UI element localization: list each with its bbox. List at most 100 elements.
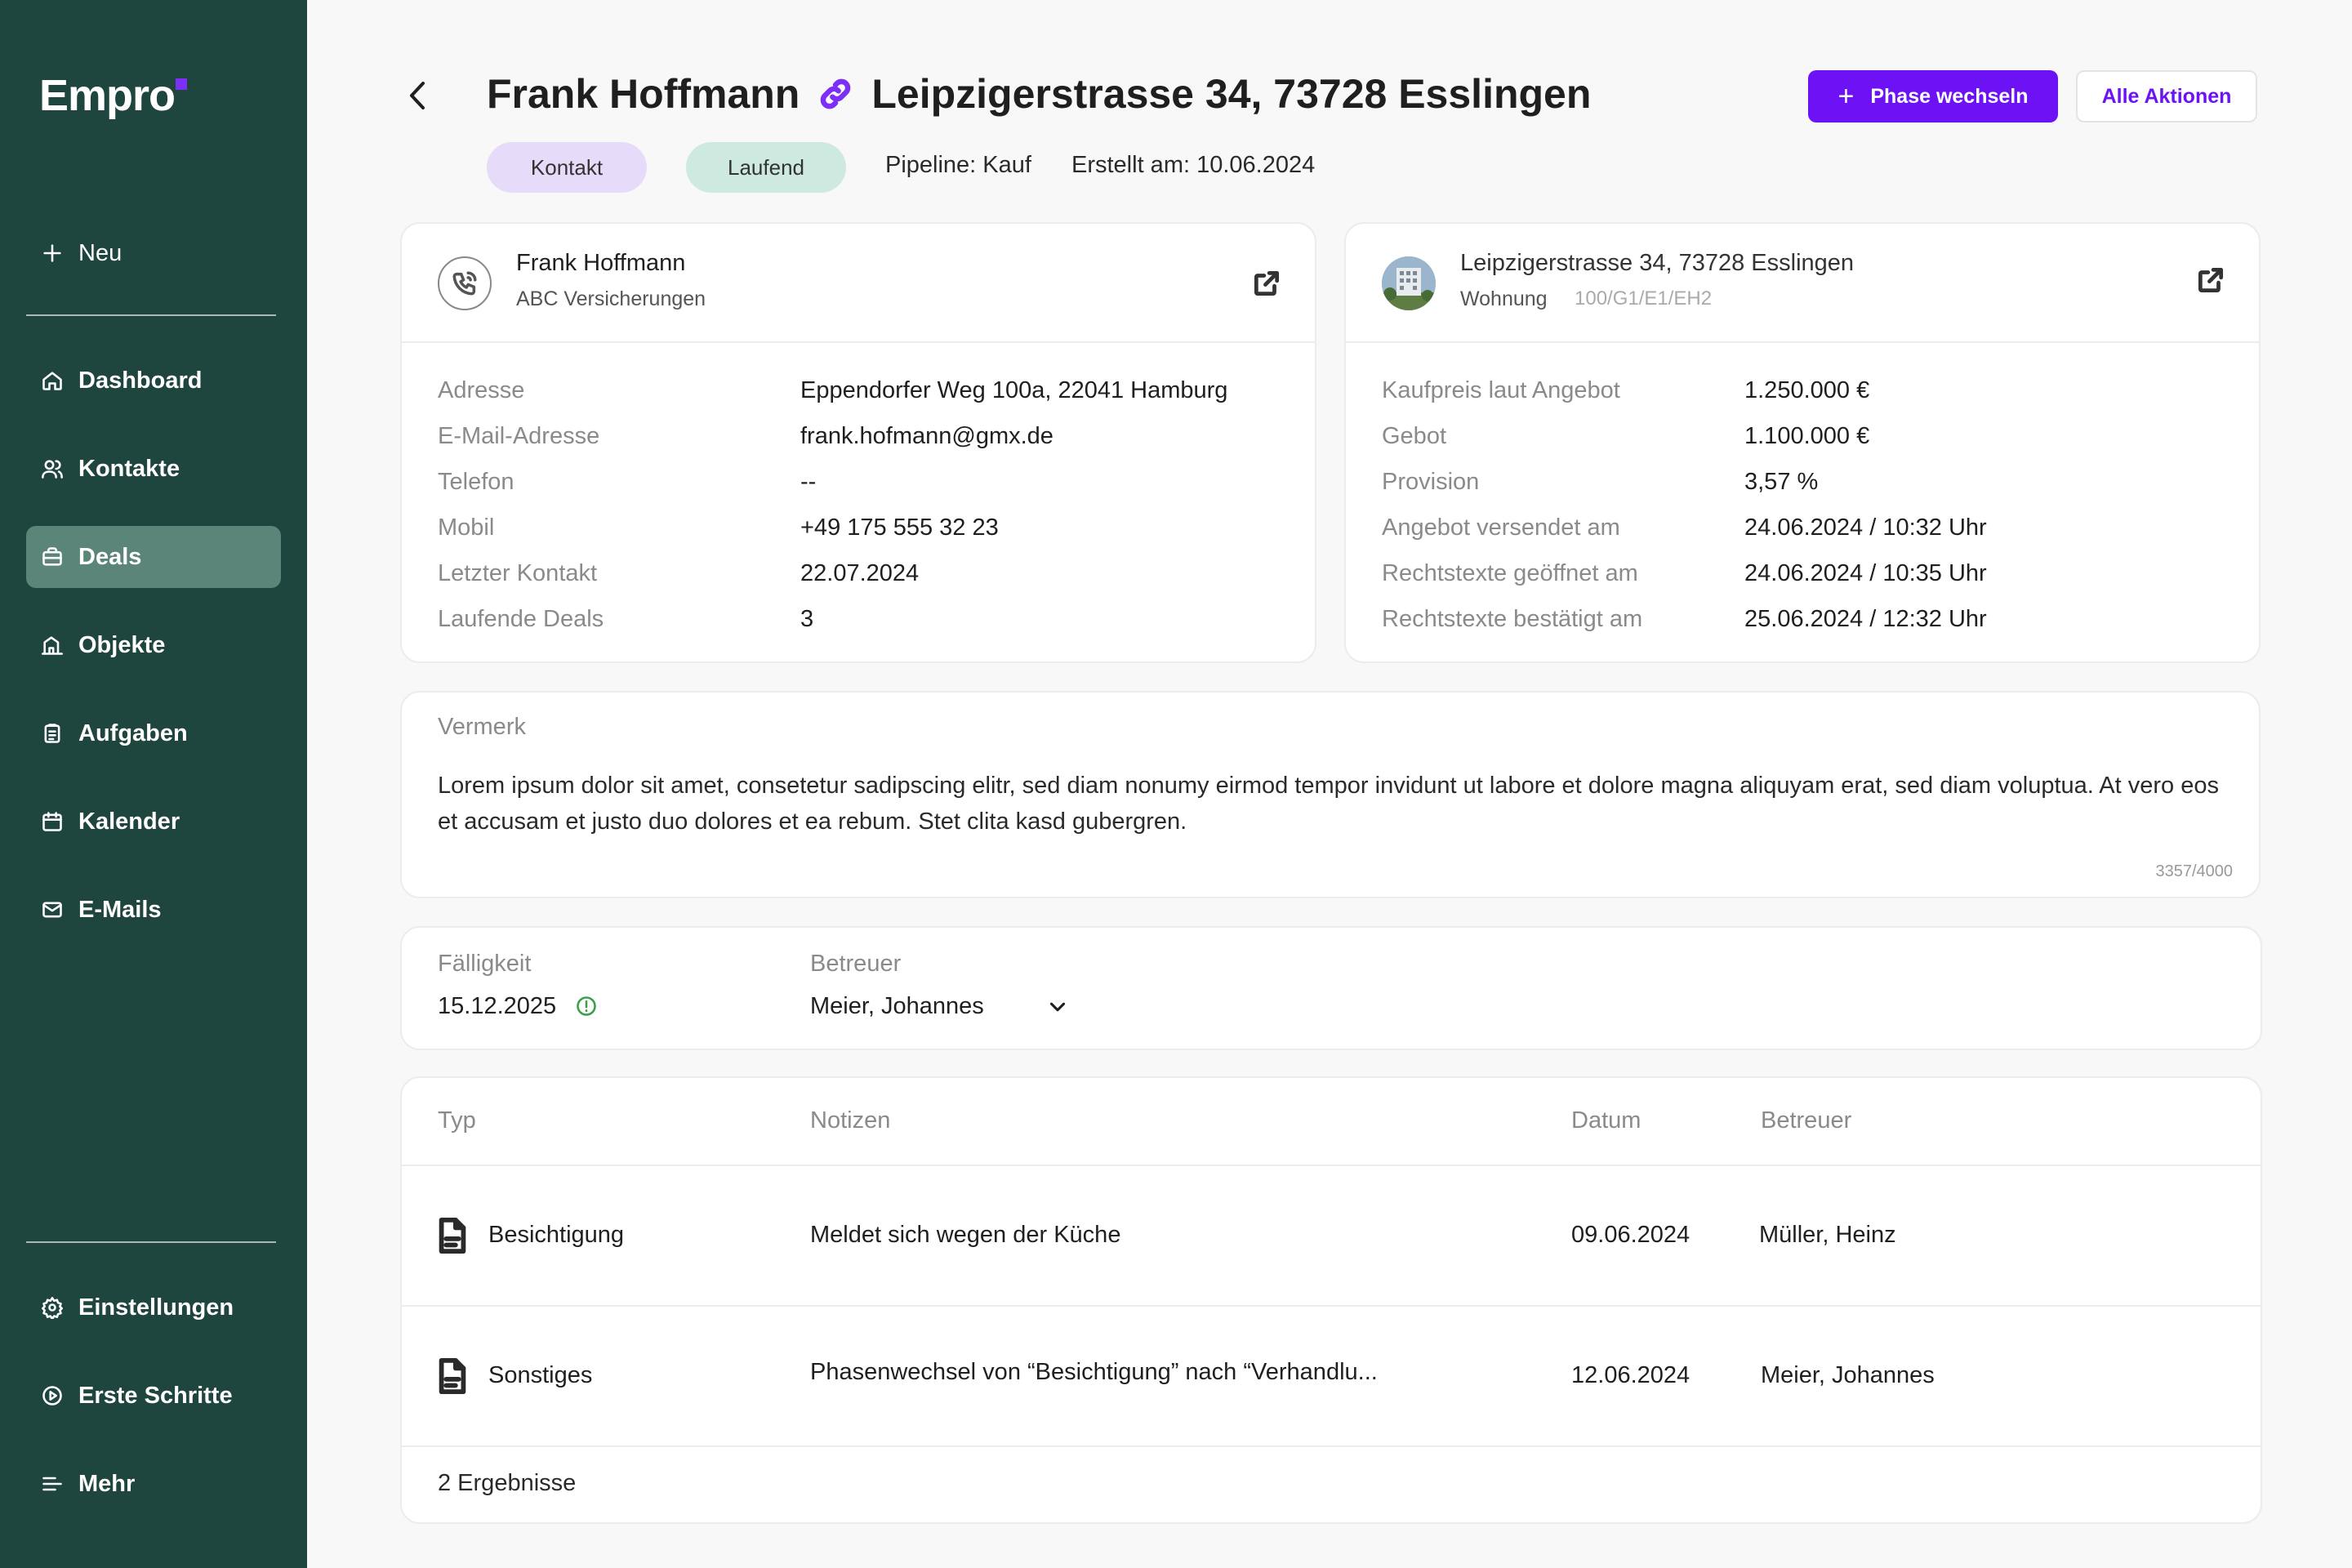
note-textarea[interactable]: Lorem ipsum dolor sit amet, consetetur s…	[438, 768, 2226, 840]
external-link-icon[interactable]	[1251, 268, 1282, 299]
external-link-icon[interactable]	[2195, 265, 2226, 296]
sidebar-divider-top	[26, 314, 276, 316]
sidebar-item-label: Aufgaben	[78, 719, 188, 746]
gear-icon	[39, 1294, 65, 1321]
contact-row-value: 3	[800, 606, 814, 632]
building-icon	[39, 632, 65, 658]
app-logo[interactable]: Empro	[39, 70, 176, 121]
contact-row-label: Mobil	[438, 514, 495, 541]
table-row[interactable]: Sonstiges Phasenwechsel von “Besichtigun…	[402, 1307, 2261, 1446]
title-contact-name[interactable]: Frank Hoffmann	[487, 70, 800, 118]
owner-select-value: Meier, Johannes	[810, 993, 984, 1019]
users-icon	[39, 456, 65, 482]
phone-icon	[438, 256, 492, 310]
cell-type: Sonstiges	[488, 1362, 593, 1388]
note-card[interactable]: Vermerk Lorem ipsum dolor sit amet, cons…	[400, 691, 2261, 898]
calendar-icon	[39, 808, 65, 835]
property-row-value: 24.06.2024 / 10:35 Uhr	[1744, 560, 1987, 586]
sidebar-item-label: Deals	[78, 543, 142, 570]
owner-select[interactable]: Meier, Johannes	[810, 987, 1104, 1026]
cell-owner: Müller, Heinz	[1759, 1222, 1896, 1248]
created-date: Erstellt am: 10.06.2024	[1071, 152, 1316, 178]
column-header-date[interactable]: Datum	[1571, 1107, 1641, 1134]
contact-card: Frank Hoffmann ABC Versicherungen Adress…	[400, 222, 1316, 663]
property-row-label: Rechtstexte bestätigt am	[1382, 606, 1643, 632]
sidebar-item-label: E-Mails	[78, 896, 162, 923]
info-icon[interactable]	[575, 995, 598, 1018]
contact-row-value[interactable]: +49 175 555 32 23	[800, 514, 999, 541]
sidebar-item-label: Kalender	[78, 808, 180, 835]
due-date-value[interactable]: 15.12.2025	[438, 993, 556, 1020]
contact-row-value: Eppendorfer Weg 100a, 22041 Hamburg	[800, 377, 1228, 403]
cell-notes: Phasenwechsel von “Besichtigung” nach “V…	[810, 1359, 1378, 1385]
contact-row-label: Adresse	[438, 377, 525, 403]
due-label: Fälligkeit	[438, 951, 532, 977]
property-row-value: 1.250.000 €	[1744, 377, 1870, 403]
column-header-notes[interactable]: Notizen	[810, 1107, 890, 1134]
document-icon	[438, 1217, 467, 1254]
title-address[interactable]: Leipzigerstrasse 34, 73728 Esslingen	[871, 70, 1591, 118]
sidebar: Empro Neu Dashboard Kontakte Deals Objek…	[0, 0, 307, 1568]
property-row-value: 24.06.2024 / 10:32 Uhr	[1744, 514, 1987, 541]
table-divider	[402, 1446, 2261, 1447]
clipboard-icon	[39, 720, 65, 746]
table-row[interactable]: Besichtigung Meldet sich wegen der Küche…	[402, 1166, 2261, 1305]
property-card-header: Leipzigerstrasse 34, 73728 Esslingen Woh…	[1346, 224, 2259, 343]
sidebar-item-label: Kontakte	[78, 455, 180, 482]
property-row-value: 25.06.2024 / 12:32 Uhr	[1744, 606, 1987, 632]
sidebar-item-label: Dashboard	[78, 367, 203, 394]
note-label: Vermerk	[438, 714, 526, 740]
contact-card-name: Frank Hoffmann	[516, 250, 686, 276]
phase-change-label: Phase wechseln	[1870, 84, 2029, 108]
sidebar-item-label: Erste Schritte	[78, 1382, 233, 1409]
property-thumbnail	[1382, 256, 1436, 310]
sidebar-item-label: Objekte	[78, 631, 166, 658]
sidebar-item-emails[interactable]: E-Mails	[26, 879, 281, 941]
sidebar-item-aufgaben[interactable]: Aufgaben	[26, 702, 281, 764]
plus-icon	[39, 240, 65, 266]
column-header-type[interactable]: Typ	[438, 1107, 476, 1134]
sidebar-item-objekte[interactable]: Objekte	[26, 614, 281, 676]
plus-icon: +	[1838, 81, 1855, 112]
play-icon	[39, 1383, 65, 1409]
pipeline-info: Pipeline: Kauf	[885, 152, 1031, 178]
property-card: Leipzigerstrasse 34, 73728 Esslingen Woh…	[1344, 222, 2261, 663]
cell-notes: Meldet sich wegen der Küche	[810, 1222, 1121, 1248]
page-title: Frank Hoffmann Leipzigerstrasse 34, 7372…	[487, 70, 1591, 118]
sidebar-item-dashboard[interactable]: Dashboard	[26, 350, 281, 412]
property-row-label: Kaufpreis laut Angebot	[1382, 377, 1620, 403]
sidebar-item-mehr[interactable]: Mehr	[26, 1453, 281, 1515]
cell-date: 12.06.2024	[1571, 1362, 1690, 1388]
link-icon	[817, 76, 853, 112]
property-row-label: Rechtstexte geöffnet am	[1382, 560, 1638, 586]
sidebar-divider-bottom	[26, 1241, 276, 1243]
all-actions-button[interactable]: Alle Aktionen	[2076, 70, 2257, 122]
sidebar-item-kontakte[interactable]: Kontakte	[26, 438, 281, 500]
result-count: 2 Ergebnisse	[438, 1470, 577, 1496]
contact-row-value[interactable]: frank.hofmann@gmx.de	[800, 423, 1054, 450]
chevron-left-icon	[410, 82, 425, 109]
tag-type: Kontakt	[487, 142, 647, 193]
sidebar-item-erste-schritte[interactable]: Erste Schritte	[26, 1365, 281, 1427]
sidebar-item-kalender[interactable]: Kalender	[26, 791, 281, 853]
chevron-down-icon	[1045, 995, 1070, 1019]
column-header-owner[interactable]: Betreuer	[1761, 1107, 1851, 1134]
phase-change-button[interactable]: + Phase wechseln	[1808, 70, 2058, 122]
back-button[interactable]	[400, 74, 436, 118]
owner-label: Betreuer	[810, 951, 902, 977]
note-char-counter: 3357/4000	[2155, 862, 2233, 880]
mail-icon	[39, 897, 65, 923]
property-row-label: Angebot versendet am	[1382, 514, 1620, 541]
document-icon	[438, 1357, 467, 1395]
contact-row-label: Telefon	[438, 469, 514, 495]
contact-row-label: E-Mail-Adresse	[438, 423, 600, 449]
property-row-label: Gebot	[1382, 423, 1446, 449]
sidebar-item-deals[interactable]: Deals	[26, 526, 281, 588]
contact-row-value: 22.07.2024	[800, 560, 920, 586]
home-icon	[39, 368, 65, 394]
sidebar-item-einstellungen[interactable]: Einstellungen	[26, 1276, 281, 1339]
property-row-label: Provision	[1382, 469, 1480, 495]
cell-owner: Meier, Johannes	[1761, 1362, 1935, 1388]
status-badge: Laufend	[686, 142, 846, 193]
new-button[interactable]: Neu	[26, 222, 281, 284]
